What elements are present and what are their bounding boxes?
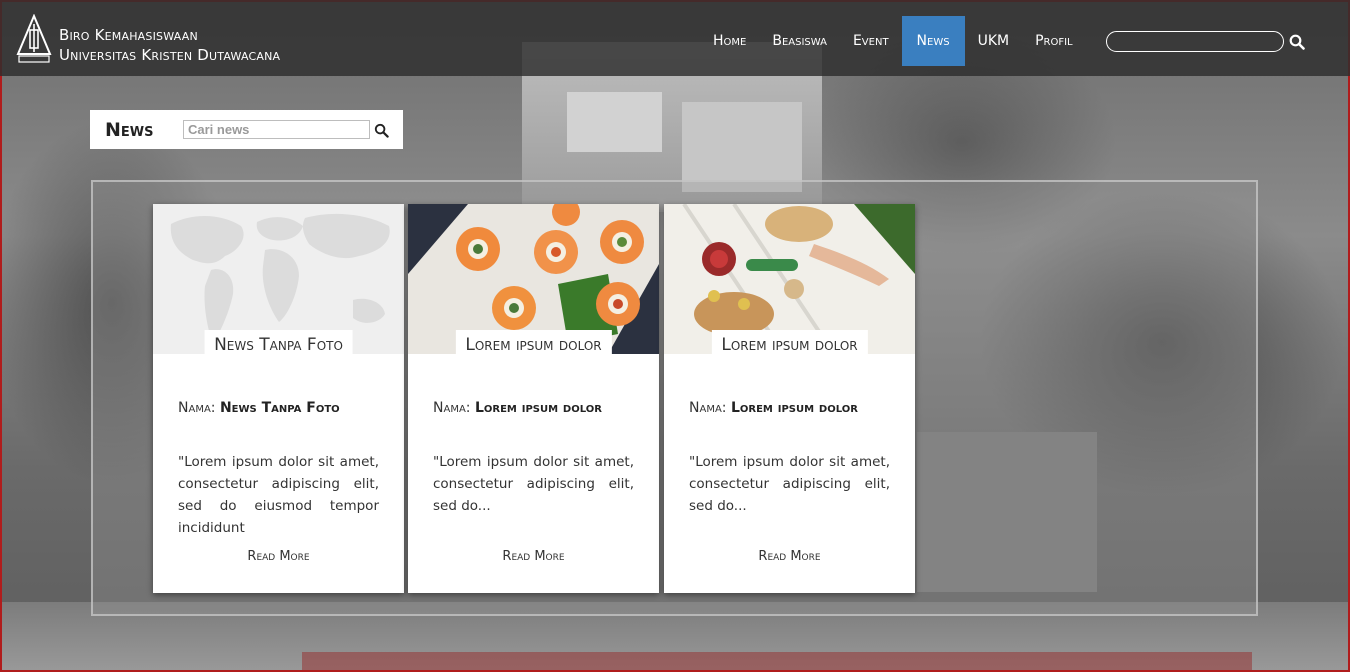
news-header: News bbox=[90, 110, 403, 149]
read-more-link[interactable]: Read More bbox=[664, 549, 915, 564]
card-caption: Lorem ipsum dolor bbox=[455, 330, 612, 360]
news-card[interactable]: Lorem ipsum dolor Nama: Lorem ipsum dolo… bbox=[408, 204, 659, 593]
card-excerpt: "Lorem ipsum dolor sit amet, consectetur… bbox=[689, 454, 890, 514]
card-name-label: Nama: bbox=[689, 400, 727, 416]
main-nav: Home Beasiswa Event News UKM Profil bbox=[700, 16, 1086, 66]
card-excerpt: "Lorem ipsum dolor sit amet, consectetur… bbox=[178, 454, 379, 536]
card-name: Nama: Lorem ipsum dolor bbox=[689, 400, 858, 416]
card-name-value: News Tanpa Foto bbox=[219, 400, 340, 416]
brand-line-2: Universitas Kristen Dutawacana bbox=[59, 46, 281, 64]
top-navbar: Biro Kemahasiswaan Universitas Kristen D… bbox=[0, 0, 1350, 76]
card-name-label: Nama: bbox=[433, 400, 471, 416]
background-red-band bbox=[302, 652, 1252, 670]
news-search-input[interactable] bbox=[183, 120, 370, 139]
card-name: Nama: Lorem ipsum dolor bbox=[433, 400, 602, 416]
read-more-link[interactable]: Read More bbox=[153, 549, 404, 564]
card-name-value: Lorem ipsum dolor bbox=[474, 400, 602, 416]
brand-line-1: Biro Kemahasiswaan bbox=[59, 26, 198, 44]
card-name-value: Lorem ipsum dolor bbox=[730, 400, 858, 416]
card-caption: News Tanpa Foto bbox=[204, 330, 353, 360]
card-excerpt: "Lorem ipsum dolor sit amet, consectetur… bbox=[433, 454, 634, 514]
background-balcony bbox=[682, 102, 802, 192]
search-icon[interactable] bbox=[1289, 34, 1305, 50]
news-card[interactable]: Lorem ipsum dolor Nama: Lorem ipsum dolo… bbox=[664, 204, 915, 593]
background-balcony bbox=[567, 92, 662, 152]
nav-home[interactable]: Home bbox=[700, 16, 759, 66]
site-search-input[interactable] bbox=[1106, 31, 1284, 52]
nav-profil[interactable]: Profil bbox=[1022, 16, 1086, 66]
nav-news[interactable]: News bbox=[901, 16, 965, 66]
news-card[interactable]: News Tanpa Foto Nama: News Tanpa Foto "L… bbox=[153, 204, 404, 593]
nav-event[interactable]: Event bbox=[840, 16, 902, 66]
read-more-link[interactable]: Read More bbox=[408, 549, 659, 564]
site-brand[interactable]: Biro Kemahasiswaan Universitas Kristen D… bbox=[59, 25, 280, 65]
card-caption: Lorem ipsum dolor bbox=[711, 330, 868, 360]
nav-ukm[interactable]: UKM bbox=[965, 16, 1023, 66]
card-name: Nama: News Tanpa Foto bbox=[178, 400, 340, 416]
search-icon[interactable] bbox=[374, 123, 389, 138]
university-logo[interactable] bbox=[16, 14, 52, 64]
nav-beasiswa[interactable]: Beasiswa bbox=[759, 16, 840, 66]
page-title: News bbox=[105, 119, 154, 141]
card-name-label: Nama: bbox=[178, 400, 216, 416]
